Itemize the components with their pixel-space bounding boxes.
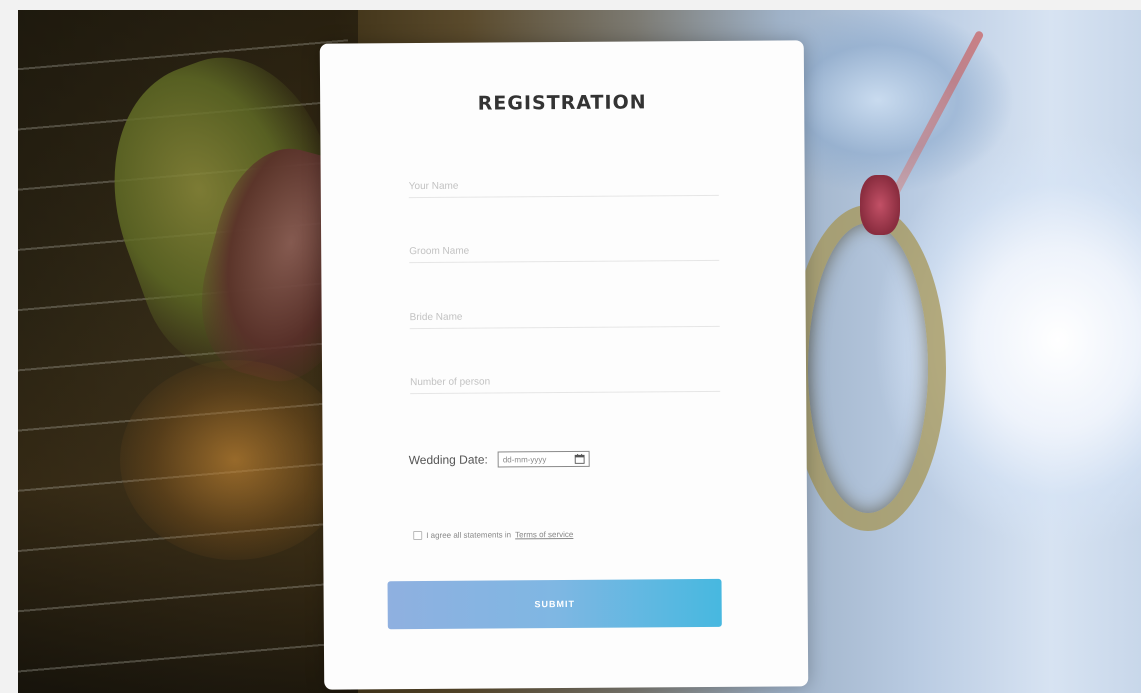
terms-text: I agree all statements in [426,530,512,540]
calendar-icon[interactable] [574,453,585,464]
background-ring [790,205,946,531]
terms-checkbox[interactable] [413,530,423,541]
terms-of-service-link[interactable]: Terms of service [515,530,573,539]
your-name-input[interactable] [408,172,719,199]
wedding-date-value: dd-mm-yyyy [502,454,547,464]
wedding-date-row: Wedding Date: dd-mm-yyyy [408,450,590,468]
wedding-date-input[interactable]: dd-mm-yyyy [497,450,590,468]
registration-form: REGISTRATION Wedding Date: dd-mm-yyyy I … [319,40,809,690]
submit-button[interactable]: SUBMIT [387,578,722,630]
groom-name-input[interactable] [409,237,720,264]
wedding-date-label: Wedding Date: [408,452,488,468]
background-glow [120,360,350,560]
background-pendant [860,175,900,235]
bride-name-input[interactable] [409,303,720,330]
terms-agreement: I agree all statements in Terms of servi… [413,530,573,541]
number-of-person-input[interactable] [410,368,721,395]
form-title: REGISTRATION [477,91,647,115]
